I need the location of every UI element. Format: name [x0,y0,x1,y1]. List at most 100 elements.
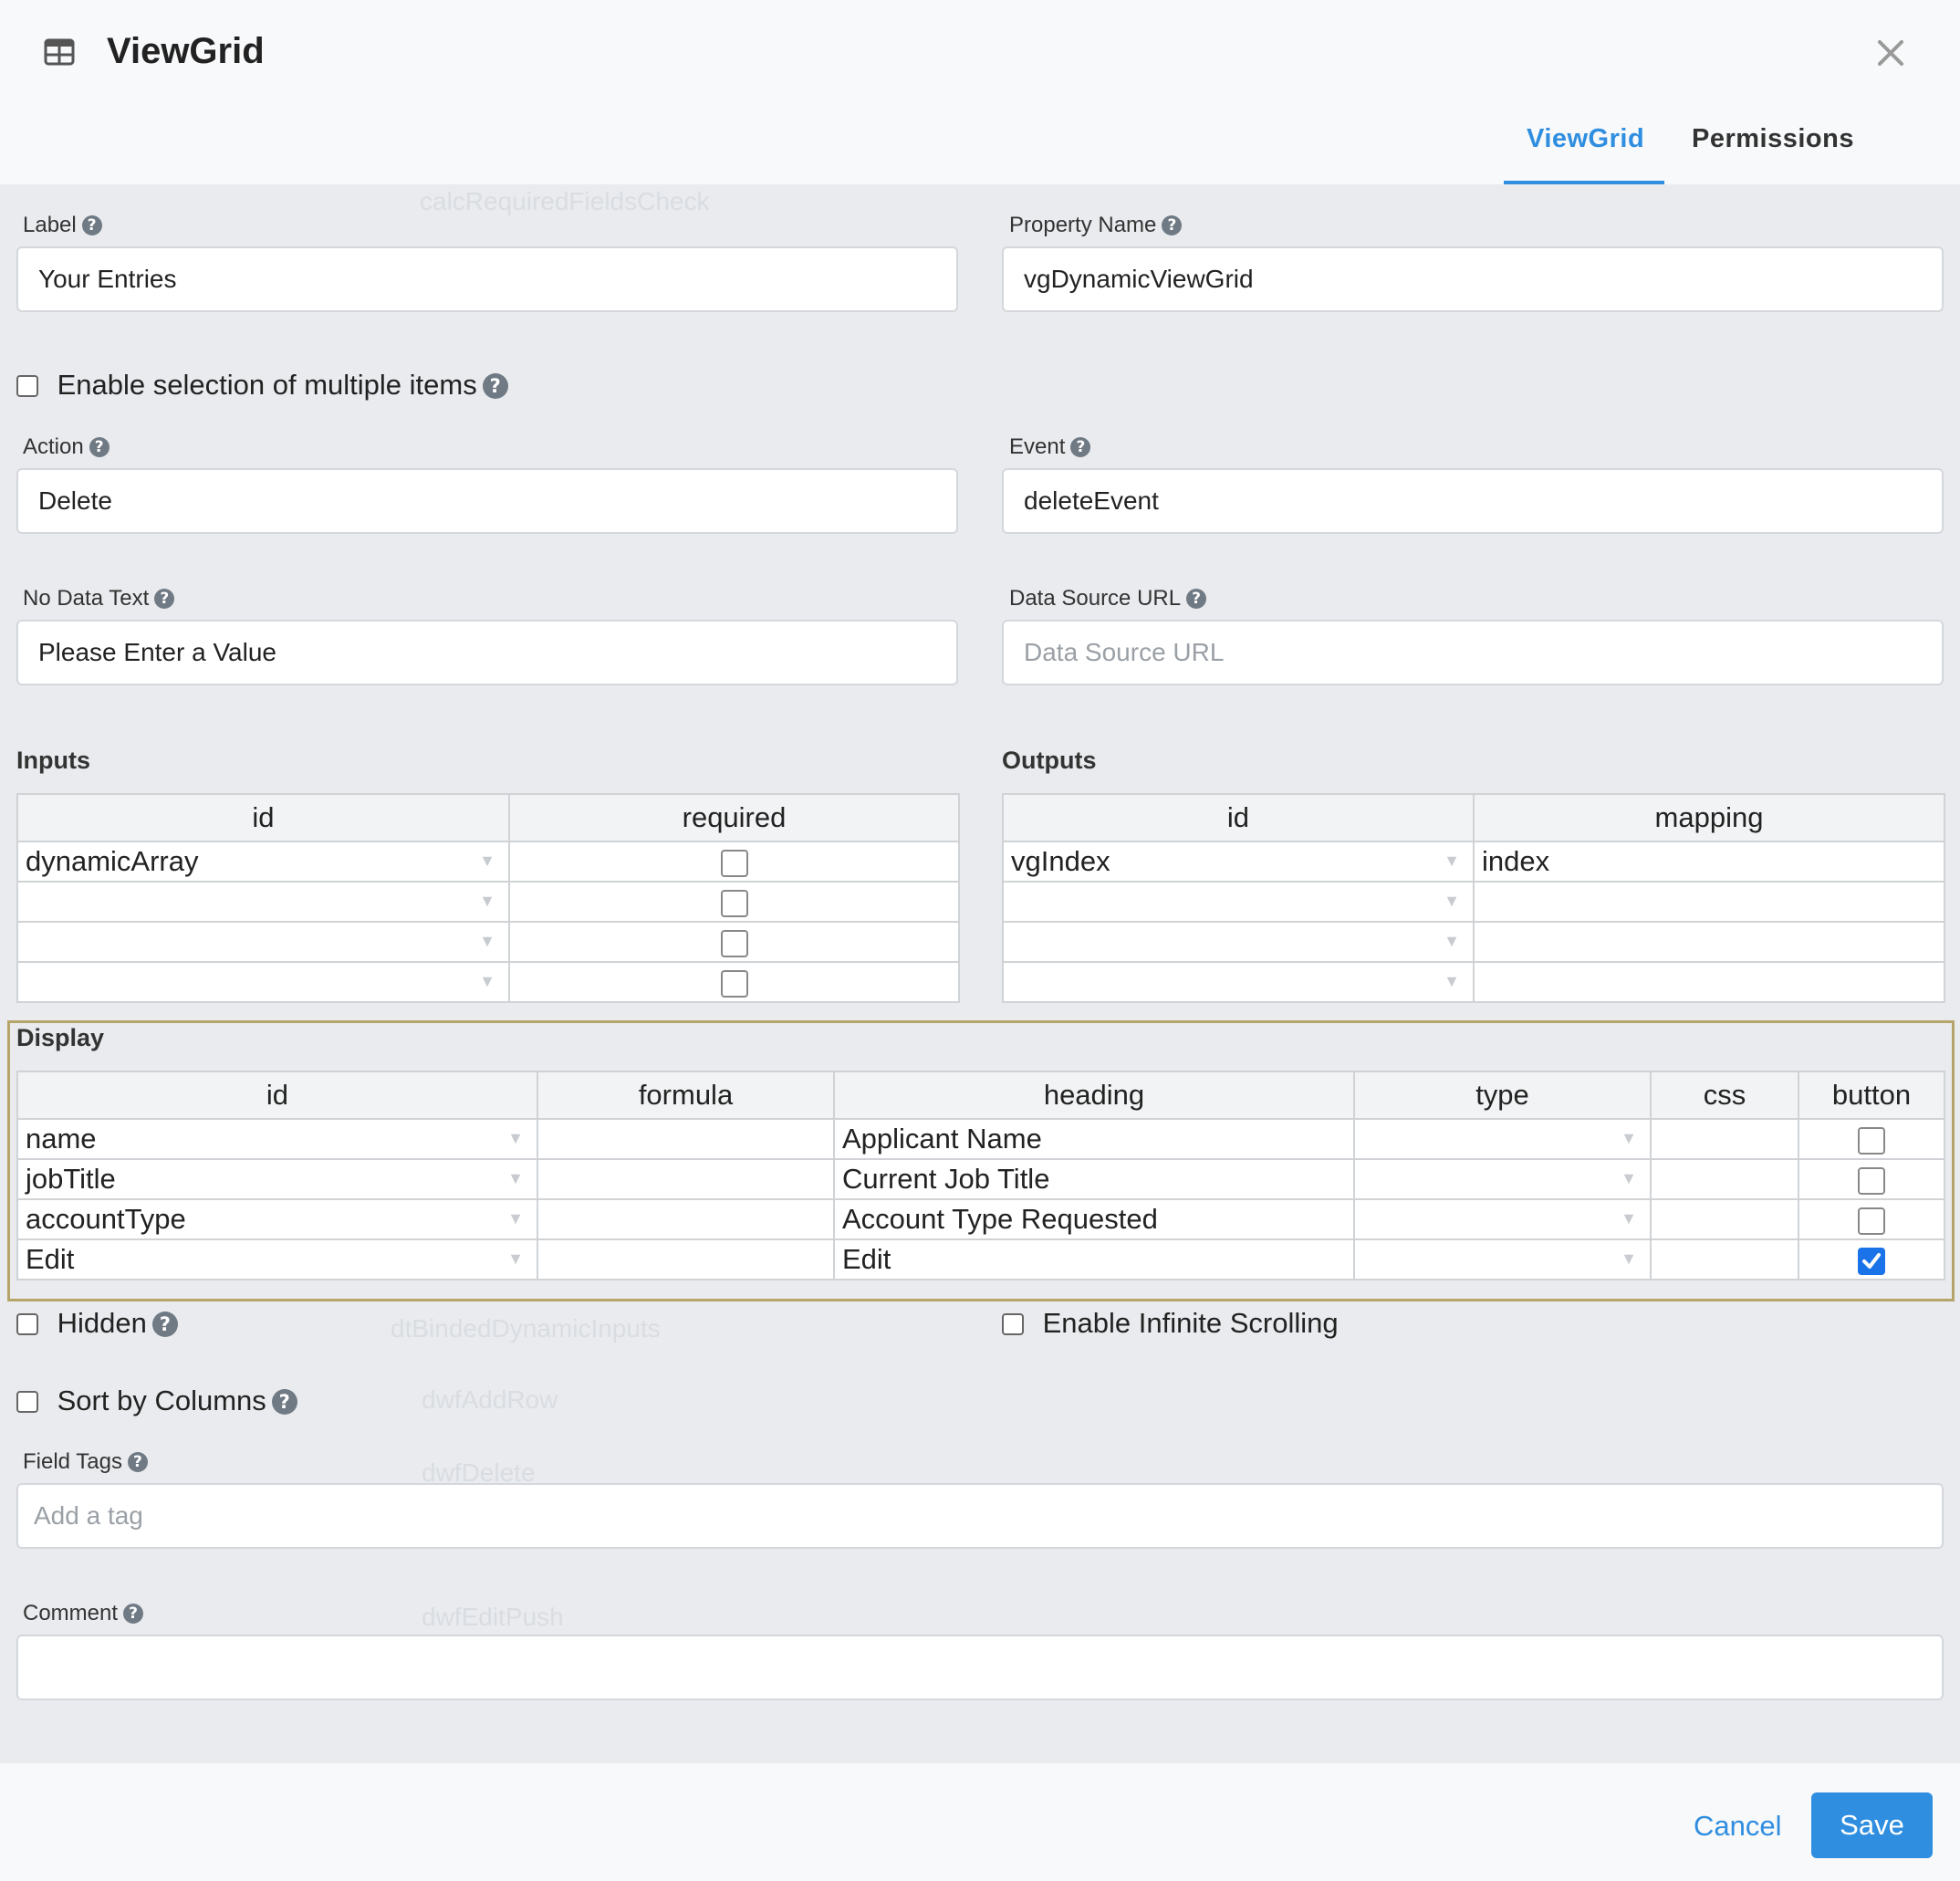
infinite-scrolling-checkbox[interactable] [1002,1313,1024,1335]
help-icon[interactable]: ? [1162,215,1183,235]
save-button[interactable]: Save [1811,1792,1933,1858]
display-id-cell[interactable]: name ▼ [16,1118,538,1160]
required-checkbox[interactable] [720,849,748,877]
multi-select-checkbox[interactable] [16,375,38,397]
button-checkbox-checked[interactable] [1858,1247,1885,1275]
output-mapping-cell[interactable]: index [1473,841,1945,883]
output-mapping-cell[interactable] [1473,881,1945,923]
dropdown-arrow-icon[interactable]: ▼ [507,1249,524,1269]
display-grid: id formula heading type css button name ▼… [16,1071,1945,1280]
dropdown-arrow-icon[interactable]: ▼ [507,1129,524,1148]
display-type-cell[interactable]: ▼ [1353,1198,1652,1240]
input-id-cell[interactable]: ▼ [16,961,510,1003]
column-header-id: id [1002,793,1475,842]
action-label: Action? [23,434,109,460]
display-type-cell[interactable]: ▼ [1353,1238,1652,1280]
help-icon[interactable]: ? [271,1389,297,1415]
display-heading-cell[interactable]: Current Job Title [833,1158,1355,1200]
output-id-cell[interactable]: ▼ [1002,961,1475,1003]
data-source-url-input[interactable]: Data Source URL [1002,620,1944,685]
dropdown-arrow-icon[interactable]: ▼ [479,932,495,951]
help-icon[interactable]: ? [89,437,109,457]
dropdown-arrow-icon[interactable]: ▼ [1621,1129,1637,1148]
column-header-id: id [16,793,510,842]
dialog-footer [0,1763,1960,1881]
property-name-input[interactable]: vgDynamicViewGrid [1002,246,1944,312]
input-id-cell[interactable]: ▼ [16,921,510,963]
display-id-cell[interactable]: Edit ▼ [16,1238,538,1280]
display-formula-cell[interactable] [537,1158,835,1200]
tab-viewgrid[interactable]: ViewGrid [1527,124,1644,154]
dropdown-arrow-icon[interactable]: ▼ [479,852,495,871]
dropdown-arrow-icon[interactable]: ▼ [507,1209,524,1228]
display-id-cell[interactable]: jobTitle ▼ [16,1158,538,1200]
output-mapping-cell[interactable] [1473,921,1945,963]
hidden-checkbox[interactable] [16,1313,38,1335]
help-icon[interactable]: ? [127,1452,148,1472]
action-input[interactable]: Delete [16,468,958,534]
button-checkbox[interactable] [1858,1166,1885,1195]
dropdown-arrow-icon[interactable]: ▼ [1621,1209,1637,1228]
column-header-css: css [1650,1071,1799,1120]
column-header-button: button [1798,1071,1945,1120]
display-formula-cell[interactable] [537,1198,835,1240]
tab-permissions[interactable]: Permissions [1692,124,1854,154]
label-input[interactable]: Your Entries [16,246,958,312]
display-heading-cell[interactable]: Account Type Requested [833,1198,1355,1240]
label-field-label: Label? [23,213,102,238]
no-data-text-input[interactable]: Please Enter a Value [16,620,958,685]
display-id-cell[interactable]: accountType ▼ [16,1198,538,1240]
table-row: name ▼ Applicant Name ▼ [16,1118,1945,1160]
display-heading-cell[interactable]: Applicant Name [833,1118,1355,1160]
inputs-grid: id required dynamicArray ▼ ▼ ▼ ▼ [16,793,960,1003]
dropdown-arrow-icon[interactable]: ▼ [1444,932,1460,951]
output-id-cell[interactable]: vgIndex ▼ [1002,841,1475,883]
ghost-text: dwfAddRow [422,1385,558,1414]
output-mapping-cell[interactable] [1473,961,1945,1003]
output-id-cell[interactable]: ▼ [1002,921,1475,963]
help-icon[interactable]: ? [482,373,508,399]
display-css-cell[interactable] [1650,1238,1799,1280]
required-checkbox[interactable] [720,929,748,957]
table-row: jobTitle ▼ Current Job Title ▼ [16,1158,1945,1200]
dropdown-arrow-icon[interactable]: ▼ [1621,1249,1637,1269]
display-css-cell[interactable] [1650,1198,1799,1240]
help-icon[interactable]: ? [123,1604,144,1624]
dropdown-arrow-icon[interactable]: ▼ [1444,852,1460,871]
display-formula-cell[interactable] [537,1238,835,1280]
output-id-cell[interactable]: ▼ [1002,881,1475,923]
dropdown-arrow-icon[interactable]: ▼ [479,972,495,991]
dropdown-arrow-icon[interactable]: ▼ [1444,972,1460,991]
required-checkbox[interactable] [720,969,748,998]
display-type-cell[interactable]: ▼ [1353,1158,1652,1200]
dropdown-arrow-icon[interactable]: ▼ [507,1169,524,1188]
help-icon[interactable]: ? [151,1311,178,1337]
display-formula-cell[interactable] [537,1118,835,1160]
display-heading-cell[interactable]: Edit [833,1238,1355,1280]
button-checkbox[interactable] [1858,1207,1885,1235]
input-id-cell[interactable]: ▼ [16,881,510,923]
display-type-cell[interactable]: ▼ [1353,1118,1652,1160]
help-icon[interactable]: ? [154,589,175,609]
cancel-button[interactable]: Cancel [1694,1810,1782,1843]
input-id-cell[interactable]: dynamicArray ▼ [16,841,510,883]
required-cell [508,921,960,963]
column-header-mapping: mapping [1473,793,1945,842]
button-checkbox[interactable] [1858,1126,1885,1155]
comment-input[interactable] [16,1635,1944,1700]
close-icon[interactable] [1872,35,1909,71]
required-checkbox[interactable] [720,889,748,917]
required-cell [508,881,960,923]
dropdown-arrow-icon[interactable]: ▼ [1444,892,1460,911]
help-icon[interactable]: ? [81,215,102,235]
event-input[interactable]: deleteEvent [1002,468,1944,534]
column-header-heading: heading [833,1071,1355,1120]
sort-by-columns-checkbox[interactable] [16,1391,38,1413]
field-tags-input[interactable]: Add a tag [16,1483,1944,1549]
help-icon[interactable]: ? [1186,589,1207,609]
display-css-cell[interactable] [1650,1158,1799,1200]
help-icon[interactable]: ? [1070,437,1091,457]
display-css-cell[interactable] [1650,1118,1799,1160]
dropdown-arrow-icon[interactable]: ▼ [479,892,495,911]
dropdown-arrow-icon[interactable]: ▼ [1621,1169,1637,1188]
